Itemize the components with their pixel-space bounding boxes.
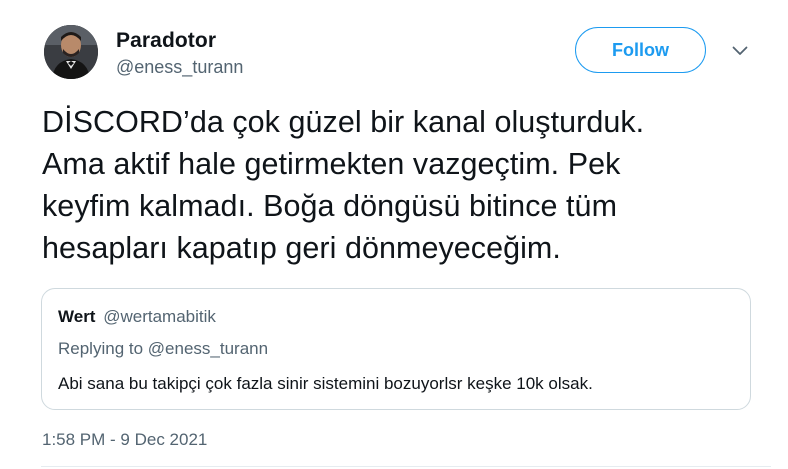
chevron-down-icon bbox=[732, 46, 748, 55]
tweet-text-line: keyfim kalmadı. Boğa döngüsü bitince tüm bbox=[42, 189, 618, 223]
avatar-photo-icon bbox=[44, 25, 98, 79]
quoted-tweet-card[interactable]: Wert @wertamabitik Replying to @eness_tu… bbox=[41, 288, 751, 410]
tweet-text-line: Ama aktif hale getirmekten vazgeçtim. Pe… bbox=[42, 147, 621, 181]
tweet-text-line: hesapları kapatıp geri dönmeyeceğim. bbox=[42, 231, 561, 265]
quoted-tweet-header: Wert @wertamabitik bbox=[58, 307, 216, 327]
quoted-tweet-text: Abi sana bu takipçi çok fazla sinir sist… bbox=[58, 374, 593, 393]
quoted-author-name: Wert bbox=[58, 307, 96, 326]
author-handle[interactable]: @eness_turann bbox=[116, 57, 243, 78]
tweet-text-line: DİSCORD’da çok güzel bir kanal oluşturdu… bbox=[42, 105, 645, 139]
follow-button[interactable]: Follow bbox=[575, 27, 706, 73]
author-avatar[interactable] bbox=[44, 25, 98, 79]
tweet-timestamp[interactable]: 1:58 PM - 9 Dec 2021 bbox=[42, 430, 207, 450]
quoted-replying-to: Replying to @eness_turann bbox=[58, 339, 269, 358]
tweet-text: DİSCORD’da çok güzel bir kanal oluşturdu… bbox=[42, 101, 772, 269]
more-options-caret[interactable] bbox=[729, 40, 751, 62]
bottom-divider bbox=[41, 466, 771, 467]
author-display-name[interactable]: Paradotor bbox=[116, 29, 216, 53]
quoted-author-handle: @wertamabitik bbox=[103, 307, 216, 326]
